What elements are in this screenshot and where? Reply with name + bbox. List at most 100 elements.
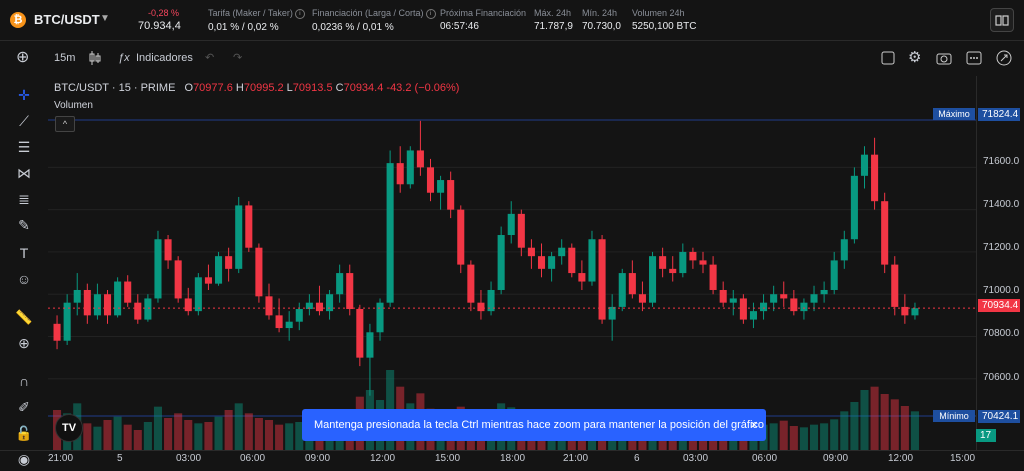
info-icon[interactable]: i [294, 8, 305, 19]
trendline-icon[interactable]: ⟋ [12, 110, 36, 132]
undo-icon[interactable]: ↶ [205, 46, 214, 70]
volume-bar [123, 424, 132, 450]
close-icon[interactable]: × [750, 409, 758, 441]
more-icon[interactable] [966, 46, 982, 70]
emoji-icon[interactable]: ☺ [12, 268, 36, 290]
volume-bar [860, 390, 869, 450]
brush-icon[interactable]: ✎ [12, 214, 36, 236]
volume-bar [900, 406, 909, 450]
stat-label: Tarifa (Maker / Taker) [208, 8, 293, 18]
fx-icon[interactable]: ƒx [118, 46, 130, 70]
c-value: 70934.4 [343, 82, 384, 94]
volume-bar [820, 423, 829, 450]
zoom-icon[interactable]: ⊕ [12, 332, 36, 354]
volume-bar [285, 423, 294, 450]
volume-bar [809, 424, 819, 450]
candle-body [638, 294, 646, 303]
candle-type-icon[interactable] [88, 46, 102, 70]
crosshair-add-icon[interactable]: ⊕ [16, 46, 29, 70]
layout-icon[interactable] [880, 46, 896, 70]
volume-bar [153, 406, 163, 450]
candle-body [457, 209, 465, 265]
drawing-toolbar: ✛ ⟋ ☰ ⋈ ≣ ✎ T ☺ 📏 ⊕ ∩ ✐ 🔓 ◉ [0, 76, 48, 470]
candle-body [628, 273, 636, 295]
candle-body [164, 239, 172, 261]
stat-label: Financiación (Larga / Corta) [312, 8, 424, 18]
pair-selector[interactable]: BTC/USDT [34, 12, 100, 27]
candle-body [719, 289, 727, 303]
candle-body [739, 298, 747, 320]
x-tick: 09:00 [823, 453, 849, 464]
candle-body [194, 277, 202, 312]
candle-body [346, 273, 354, 310]
volume-badge: 17 [976, 429, 996, 442]
stat-high: Máx. 24h 71.787,9 [534, 8, 573, 32]
lock-icon[interactable]: 🔓 [12, 422, 36, 444]
zoom-hint-toast: Mantenga presionada la tecla Ctrl mientr… [302, 409, 766, 441]
x-tick: 18:00 [500, 453, 526, 464]
book-icon[interactable] [990, 8, 1014, 32]
top-bar: ₿ BTC/USDT ▼ -0,28 % 70.934,4 Tarifa (Ma… [0, 0, 1024, 41]
candle-body [608, 306, 616, 320]
candle-body [810, 294, 818, 303]
l-value: 70913.5 [292, 82, 333, 94]
price-chart[interactable] [48, 76, 976, 450]
candle-body [800, 302, 808, 312]
gear-icon[interactable]: ⚙ [908, 46, 921, 70]
camera-icon[interactable] [936, 46, 952, 70]
x-tick: 09:00 [305, 453, 331, 464]
candle-body [154, 239, 162, 299]
candle-body [396, 163, 404, 185]
interval-selector[interactable]: 15m [54, 46, 75, 70]
indicators-button[interactable]: Indicadores [136, 46, 193, 70]
candle-body [315, 302, 323, 312]
candle-body [689, 251, 697, 261]
max-badge: 71824.4 [978, 108, 1020, 121]
horizontal-lines-icon[interactable]: ☰ [12, 136, 36, 158]
redo-icon[interactable]: ↷ [233, 46, 242, 70]
candle-body [447, 180, 455, 210]
volume-bar [224, 410, 233, 450]
volume-bar [890, 399, 899, 450]
o-value: 70977.6 [193, 82, 233, 94]
price-axis[interactable] [976, 76, 1024, 450]
volume-bar [214, 416, 223, 450]
volume-bar [184, 420, 193, 450]
text-icon[interactable]: T [12, 242, 36, 264]
candle-body [659, 256, 667, 269]
fullscreen-icon[interactable] [996, 46, 1012, 70]
ruler-icon[interactable]: 📏 [12, 306, 36, 328]
candle-body [174, 260, 182, 299]
volume-bar [204, 422, 213, 450]
candle-body [114, 281, 122, 316]
candle-body [204, 277, 212, 284]
stat-value: 0,01 % / 0,02 % [208, 21, 279, 33]
fib-icon[interactable]: ≣ [12, 188, 36, 210]
volume-label: Volumen [54, 100, 93, 111]
ohlc-legend: BTC/USDT · 15 · PRIME O70977.6 H70995.2 … [54, 82, 459, 94]
crosshair-icon[interactable]: ✛ [12, 84, 36, 106]
stat-value: 0,0236 % / 0,01 % [312, 21, 394, 33]
candle-body [507, 213, 515, 236]
stat-label: Volumen 24h [632, 8, 685, 18]
magnet-icon[interactable]: ∩ [12, 370, 36, 392]
chart-toolbar: ⊕ 15m ƒx Indicadores ↶ ↷ ⚙ [0, 46, 1024, 74]
collapse-button[interactable]: ^ [55, 116, 75, 132]
tradingview-logo[interactable]: TV [55, 414, 83, 442]
volume-bar [254, 418, 263, 450]
stat-label: Máx. 24h [534, 8, 572, 18]
lock-drawing-icon[interactable]: ✐ [12, 396, 36, 418]
candle-body [517, 213, 525, 248]
chevron-down-icon[interactable]: ▼ [100, 13, 110, 24]
volume-bar [194, 423, 203, 450]
info-icon[interactable]: i [425, 8, 436, 19]
candle-body [537, 256, 546, 269]
min-marker: Mínimo [933, 410, 975, 422]
candle-body [891, 264, 899, 307]
pattern-icon[interactable]: ⋈ [12, 162, 36, 184]
volume-bar [244, 413, 253, 450]
candle-body [144, 298, 152, 320]
candle-body [73, 289, 81, 303]
candle-body [669, 268, 677, 274]
candle-body [295, 309, 303, 322]
